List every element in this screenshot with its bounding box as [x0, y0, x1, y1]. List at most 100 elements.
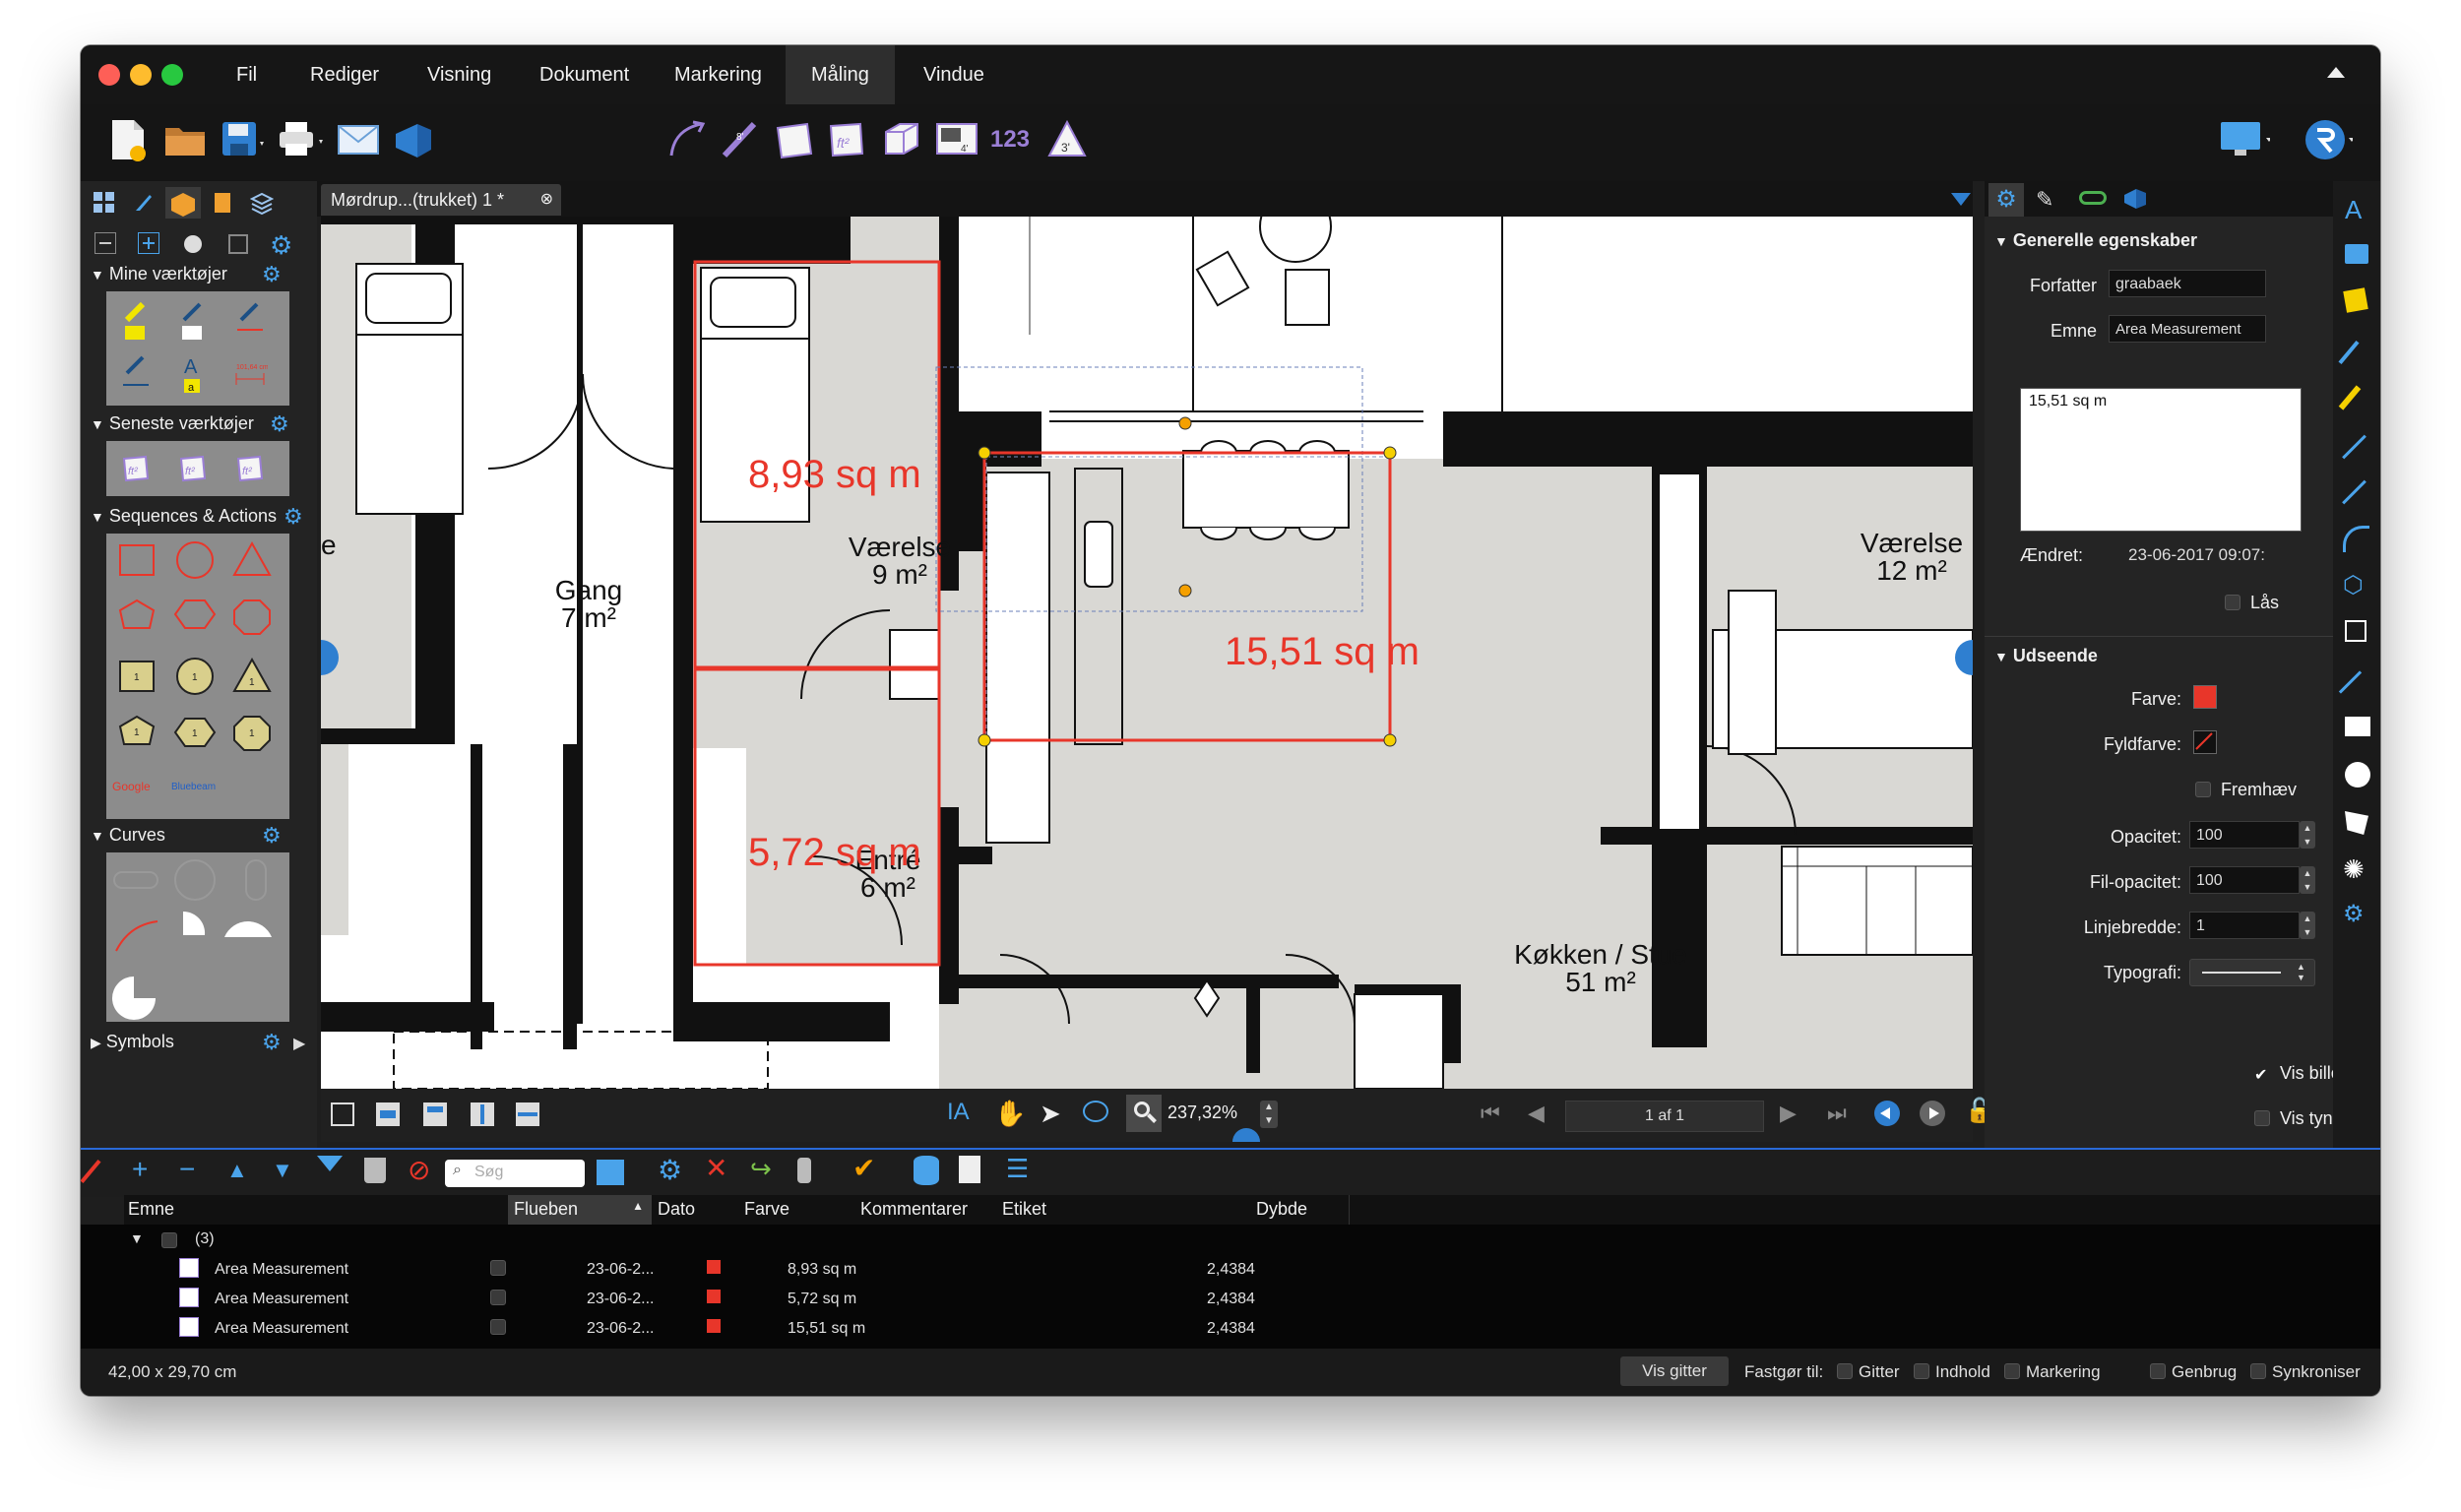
drawing-canvas[interactable]: e Gang 7 m² Værelse 9 m² Entré 6 m² Værelse…: [321, 217, 1973, 1089]
remove-markup-icon[interactable]: −: [179, 1154, 195, 1185]
callout-icon[interactable]: [2345, 620, 2366, 642]
first-page-icon[interactable]: ⏮: [1481, 1101, 1500, 1126]
fill-color-swatch[interactable]: [2193, 730, 2217, 754]
area-measurement-label-1[interactable]: 8,93 sq m: [748, 453, 921, 497]
table-row[interactable]: Area Measurement 23-06-2... 8,93 sq m 2,…: [81, 1254, 2380, 1284]
snap-grid-checkbox[interactable]: [1837, 1363, 1853, 1379]
lasso-icon[interactable]: [1083, 1101, 1108, 1122]
typewriter-icon[interactable]: [2345, 244, 2368, 264]
menu-vindue[interactable]: Vindue: [910, 45, 998, 104]
bookmarks-tab-icon[interactable]: [132, 191, 156, 220]
col-depth[interactable]: Dybde: [1256, 1199, 1307, 1220]
author-field[interactable]: graabaek: [2109, 270, 2266, 297]
pen-tool-icon[interactable]: [173, 297, 213, 346]
highlighter-tool-icon[interactable]: [116, 297, 156, 346]
status-icon[interactable]: [797, 1158, 811, 1183]
opacity-stepper[interactable]: ▲ ▼: [2300, 821, 2315, 849]
settings-icon[interactable]: ⚙: [2343, 900, 2365, 928]
pen-tab-icon[interactable]: ✎: [2036, 187, 2053, 213]
database-icon[interactable]: [914, 1156, 939, 1185]
zoom-tool-icon[interactable]: [1126, 1095, 1162, 1132]
color-swatch[interactable]: [2193, 685, 2217, 709]
lock-checkbox[interactable]: [2225, 595, 2240, 610]
save-icon[interactable]: [219, 114, 270, 165]
section-curves[interactable]: ▼ Curves: [91, 825, 165, 852]
text-tool-icon[interactable]: Aa: [173, 350, 213, 400]
menu-maaling[interactable]: Måling: [786, 45, 895, 104]
col-checkmark[interactable]: Flueben ▲: [508, 1195, 652, 1225]
minimize-window-button[interactable]: [130, 64, 152, 86]
document-tab[interactable]: Mørdrup...(trukket) 1 * ⊗: [321, 184, 561, 216]
tool-properties-icon[interactable]: [181, 232, 205, 261]
col-color[interactable]: Farve: [744, 1199, 789, 1220]
dimension-icon[interactable]: [2338, 670, 2363, 694]
sequences-gear-icon[interactable]: ⚙: [284, 504, 303, 530]
row-checkbox[interactable]: [490, 1319, 506, 1335]
highlight-checkbox[interactable]: [2195, 782, 2211, 797]
last-page-icon[interactable]: ⏭: [1827, 1101, 1847, 1126]
layers-tab-icon[interactable]: [2079, 191, 2107, 205]
thumbnails-tab-icon[interactable]: [93, 191, 116, 220]
sync-checkbox[interactable]: [2250, 1363, 2266, 1379]
section-my-tools[interactable]: ▼ Mine værktøjer: [91, 264, 227, 291]
line-width-stepper[interactable]: ▲ ▼: [2300, 912, 2315, 939]
fill-opacity-field[interactable]: 100: [2189, 866, 2300, 894]
seq-text-red[interactable]: Google: [112, 780, 151, 793]
fit-width-icon[interactable]: [376, 1102, 400, 1126]
previous-page-icon[interactable]: ◀: [1528, 1101, 1545, 1126]
snap-content-checkbox[interactable]: [1914, 1363, 1929, 1379]
split-view-icon[interactable]: [516, 1102, 539, 1126]
email-icon[interactable]: [333, 114, 384, 165]
tool-manage-icon[interactable]: [226, 232, 250, 261]
ellipse-icon[interactable]: [2345, 762, 2370, 788]
recent-area-tool-icon[interactable]: ft²: [232, 449, 268, 488]
table-row[interactable]: Area Measurement 23-06-2... 15,51 sq m 2…: [81, 1313, 2380, 1343]
reuse-checkbox[interactable]: [2150, 1363, 2166, 1379]
select-arrow-icon[interactable]: ➤: [1040, 1099, 1061, 1129]
markups-pen-icon[interactable]: [81, 1159, 101, 1184]
text-select-icon[interactable]: IA: [947, 1099, 970, 1126]
menu-visning[interactable]: Visning: [413, 45, 505, 104]
collapse-all-icon[interactable]: [95, 232, 116, 254]
tool-chest-tab-icon[interactable]: [165, 187, 201, 219]
tool-chest-settings-gear-icon[interactable]: ⚙: [270, 230, 292, 261]
col-subject[interactable]: Emne: [128, 1199, 174, 1220]
group-checkbox[interactable]: [161, 1232, 177, 1248]
next-page-icon[interactable]: ▶: [1780, 1101, 1797, 1126]
single-page-icon[interactable]: [423, 1102, 447, 1126]
back-view-icon[interactable]: [1874, 1101, 1900, 1126]
polyline-icon[interactable]: ⬡: [2343, 571, 2364, 599]
delete-x-icon[interactable]: ✕: [705, 1152, 727, 1184]
symbols-expand-icon[interactable]: ▶: [293, 1034, 305, 1053]
line-icon[interactable]: [2342, 434, 2366, 460]
row-checkbox[interactable]: [490, 1260, 506, 1276]
zoom-window-button[interactable]: [161, 64, 183, 86]
clear-filter-icon[interactable]: ⊘: [408, 1154, 430, 1186]
text-box-icon[interactable]: A: [2345, 195, 2362, 225]
trash-icon[interactable]: [364, 1158, 386, 1183]
recent-tools-gear-icon[interactable]: ⚙: [270, 411, 289, 437]
print-icon[interactable]: [276, 114, 327, 165]
zoom-stepper[interactable]: ▲ ▼: [1260, 1101, 1278, 1128]
snap-markup-checkbox[interactable]: [2004, 1363, 2020, 1379]
opacity-field[interactable]: 100: [2189, 821, 2300, 849]
measure-calibrate-icon[interactable]: 4': [931, 114, 982, 165]
show-grid-button[interactable]: Vis gitter: [1620, 1356, 1729, 1386]
section-sequences[interactable]: ▼ Sequences & Actions: [91, 506, 277, 534]
checkmark-icon[interactable]: ✔: [852, 1152, 875, 1184]
comment-textarea[interactable]: 15,51 sq m: [2020, 388, 2302, 532]
table-row[interactable]: Area Measurement 23-06-2... 5,72 sq m 2,…: [81, 1284, 2380, 1313]
appearance-header[interactable]: ▼ Udseende: [1994, 646, 2098, 666]
fit-page-icon[interactable]: [331, 1102, 354, 1126]
export-summary-icon[interactable]: [959, 1156, 980, 1183]
measure-angle-icon[interactable]: 3': [1041, 114, 1093, 165]
studio-tab-icon[interactable]: [2122, 187, 2148, 216]
show-weight-checkbox[interactable]: [2254, 1110, 2270, 1126]
menu-dokument[interactable]: Dokument: [526, 45, 643, 104]
arrow-icon[interactable]: [2342, 479, 2366, 505]
subject-field[interactable]: Area Measurement: [2109, 315, 2266, 343]
move-up-icon[interactable]: ▲: [226, 1158, 248, 1183]
polygon-icon[interactable]: [2345, 811, 2368, 835]
continuous-icon[interactable]: [471, 1102, 494, 1126]
fill-opacity-stepper[interactable]: ▲ ▼: [2300, 866, 2315, 894]
